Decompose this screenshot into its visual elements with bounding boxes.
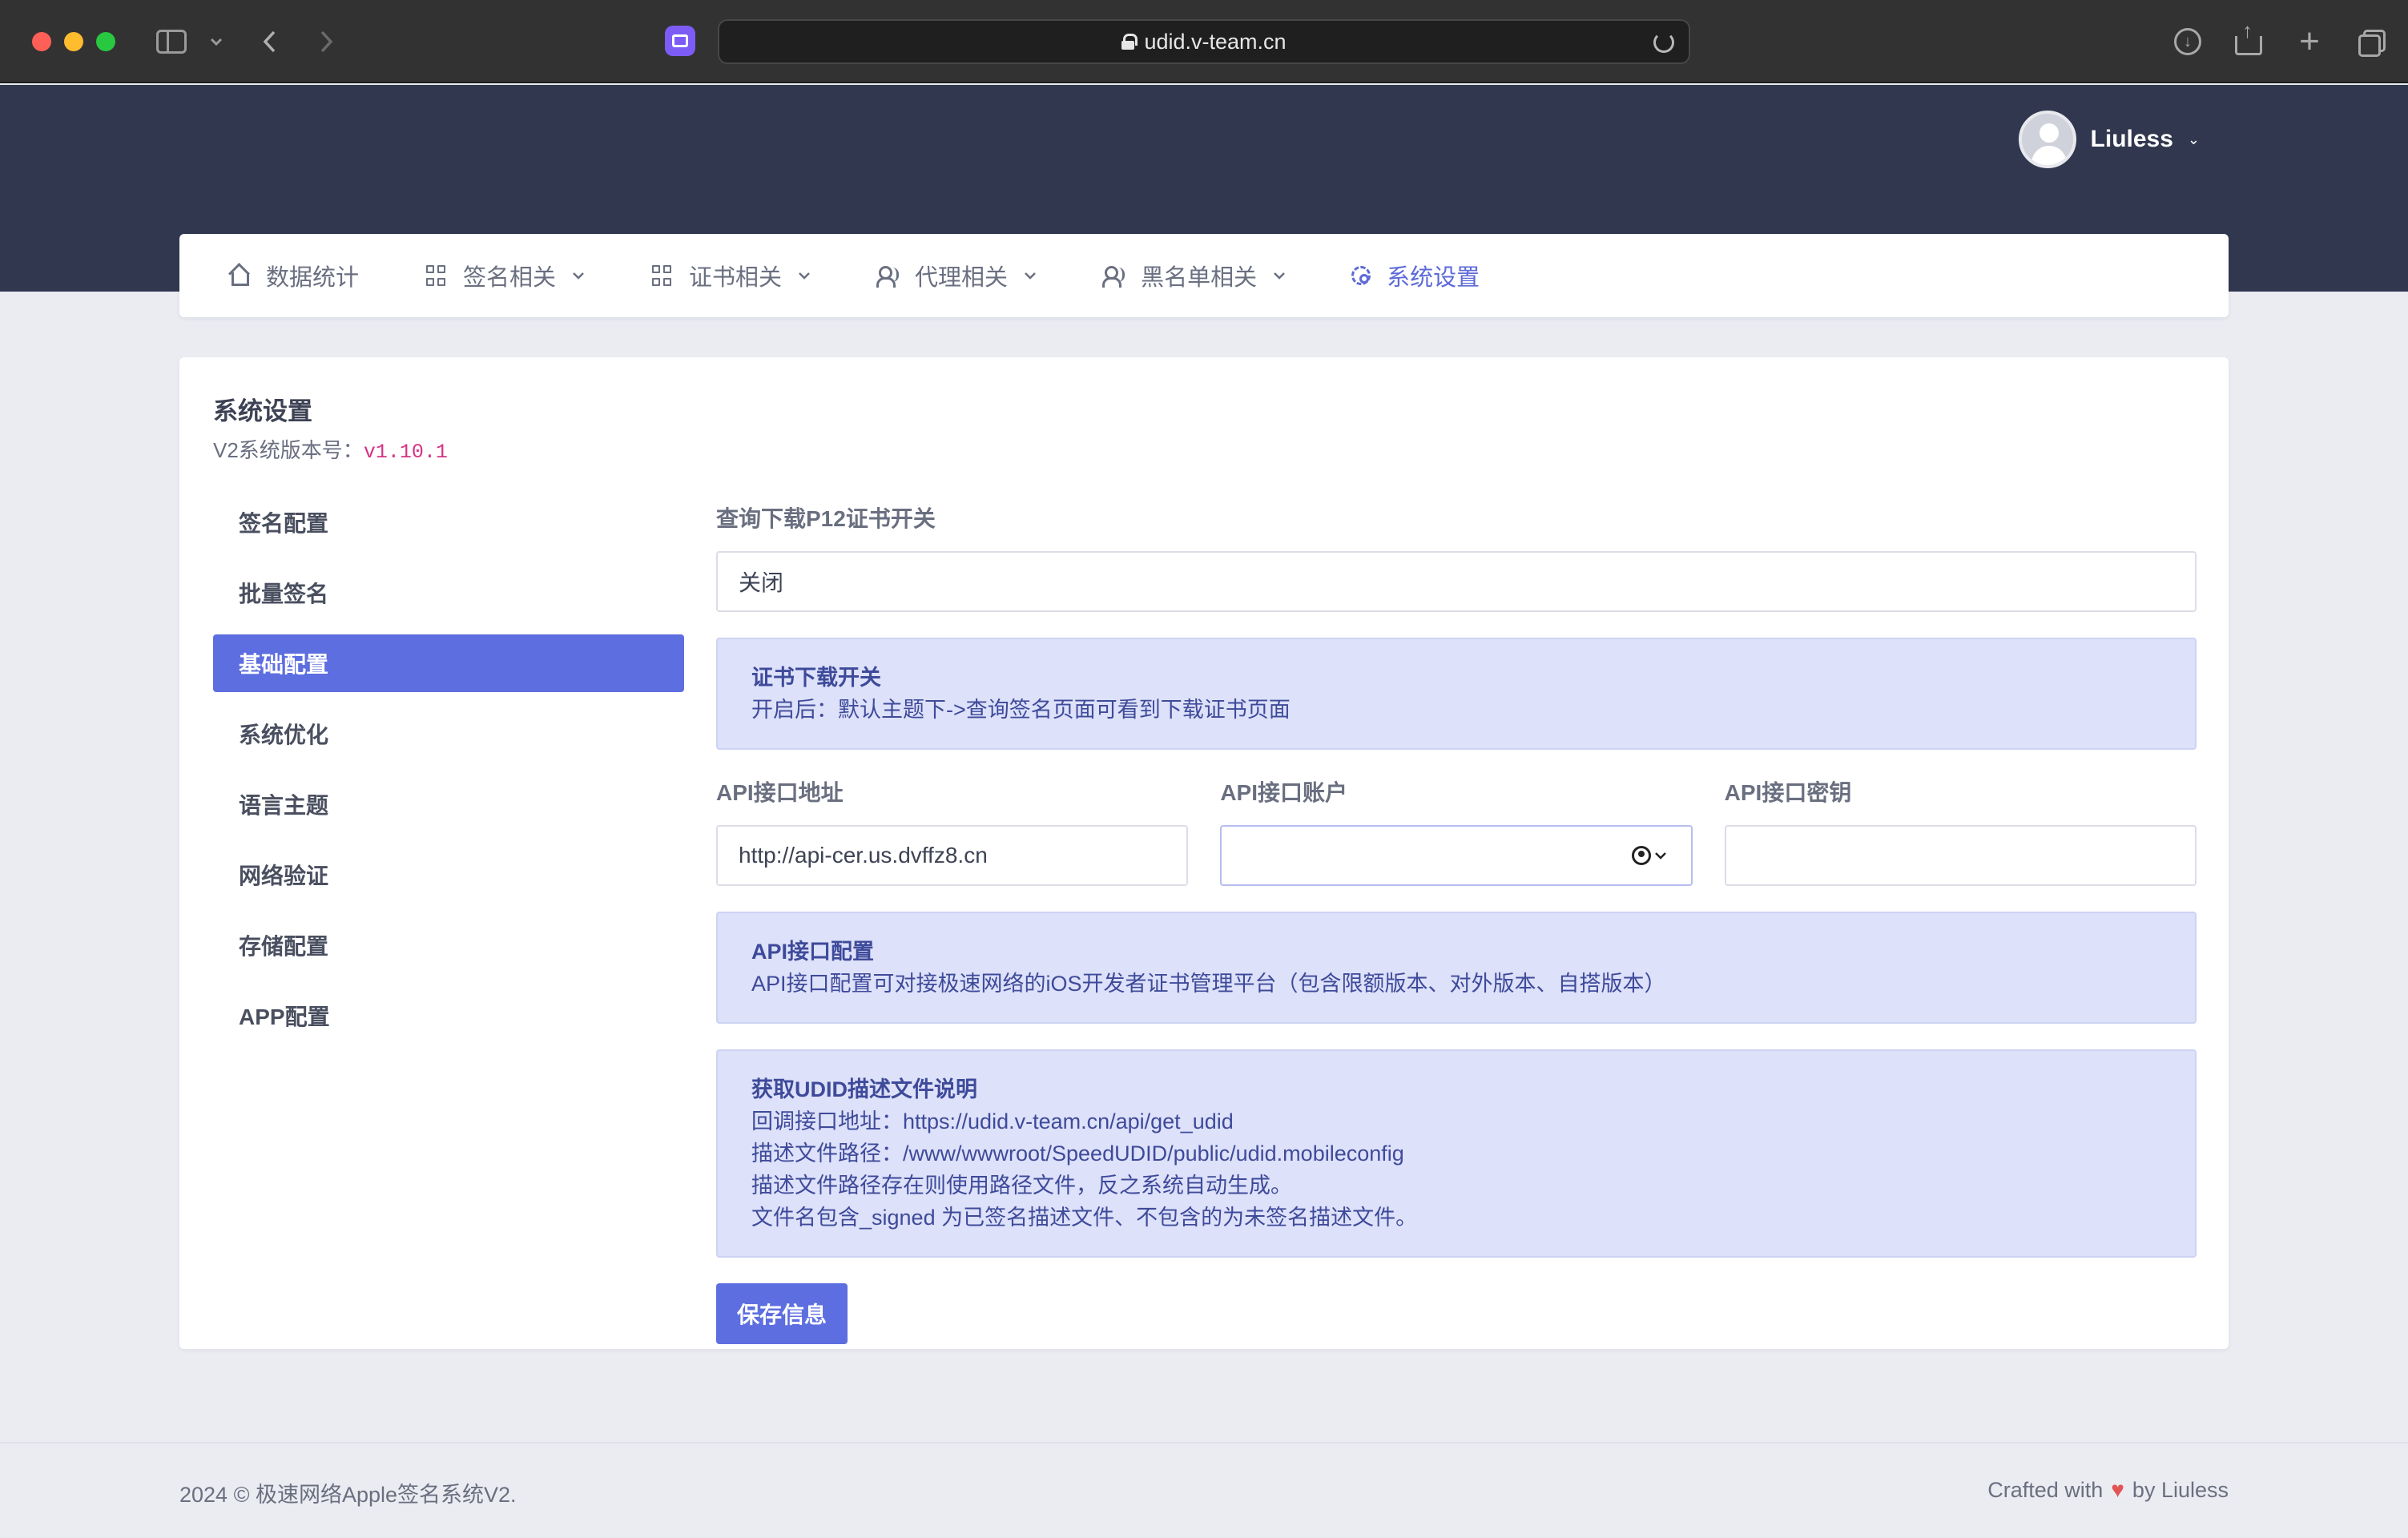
nav-item-label: 系统设置 bbox=[1387, 265, 1480, 291]
nav-item-blacklist[interactable]: 黑名单相关 bbox=[1102, 259, 1286, 292]
main-nav: 数据统计 签名相关 证书相关 代理相关 黑名单相关 系统设置 bbox=[179, 234, 2229, 317]
save-button[interactable]: 保存信息 bbox=[716, 1283, 848, 1344]
chevron-down-icon[interactable] bbox=[207, 24, 226, 59]
info-line: 文件名包含_signed 为已签名描述文件、不包含的为未签名描述文件。 bbox=[751, 1206, 1418, 1230]
nav-item-settings[interactable]: 系统设置 bbox=[1351, 259, 1480, 292]
nav-item-label: 签名相关 bbox=[463, 265, 557, 291]
chevron-down-icon bbox=[799, 272, 810, 280]
nav-item-label: 黑名单相关 bbox=[1141, 265, 1258, 291]
api-account-input[interactable] bbox=[1220, 825, 1693, 886]
heart-icon: ♥ bbox=[2111, 1477, 2124, 1502]
user-name[interactable]: Liuless bbox=[2091, 126, 2173, 153]
chevron-down-icon bbox=[573, 272, 584, 280]
lock-icon bbox=[1121, 34, 1138, 50]
side-item-basic-config[interactable]: 基础配置 bbox=[213, 634, 684, 692]
autofill-account-icon[interactable] bbox=[1631, 846, 1667, 865]
download-icon[interactable]: ↓ bbox=[2174, 28, 2201, 55]
sidebar-toggle-icon[interactable] bbox=[155, 24, 187, 59]
p12-switch-value: 关闭 bbox=[739, 570, 784, 595]
chevron-down-icon[interactable]: ⌄ bbox=[2188, 131, 2200, 148]
url-text: udid.v-team.cn bbox=[1144, 29, 1287, 54]
version-line: V2系统版本号：v1.10.1 bbox=[213, 434, 448, 464]
users-icon bbox=[876, 264, 900, 288]
footer-copyright: 2024 © 极速网络Apple签名系统V2. bbox=[179, 1483, 517, 1507]
nav-item-label: 证书相关 bbox=[689, 265, 783, 291]
info-title: 证书下载开关 bbox=[751, 666, 881, 690]
footer-credit-prefix: Crafted with bbox=[1987, 1477, 2104, 1502]
info-line: 回调接口地址：https://udid.v-team.cn/api/get_ud… bbox=[751, 1109, 1234, 1133]
forward-button[interactable] bbox=[314, 24, 338, 59]
p12-switch-label: 查询下载P12证书开关 bbox=[716, 506, 936, 531]
minimize-window-button[interactable] bbox=[64, 32, 83, 51]
side-item-app-config[interactable]: APP配置 bbox=[213, 987, 684, 1045]
page-title: 系统设置 bbox=[213, 397, 312, 425]
gear-icon bbox=[1351, 266, 1371, 285]
cert-download-info: 证书下载开关 开启后：默认主题下->查询签名页面可看到下载证书页面 bbox=[716, 638, 2197, 750]
chevron-down-icon bbox=[1025, 272, 1036, 280]
nav-item-agents[interactable]: 代理相关 bbox=[876, 259, 1037, 292]
api-key-label: API接口密钥 bbox=[1724, 780, 1852, 805]
grid-icon bbox=[425, 264, 447, 287]
nav-item-signing[interactable]: 签名相关 bbox=[425, 259, 585, 292]
extension-icon[interactable] bbox=[665, 26, 695, 56]
home-icon bbox=[228, 264, 250, 287]
api-url-value: http://api-cer.us.dvffz8.cn bbox=[739, 843, 988, 868]
footer: 2024 © 极速网络Apple签名系统V2. Crafted with ♥ b… bbox=[0, 1442, 2408, 1538]
side-item-language-theme[interactable]: 语言主题 bbox=[213, 775, 684, 833]
settings-card: 系统设置 V2系统版本号：v1.10.1 签名配置 批量签名 基础配置 系统优化… bbox=[179, 357, 2229, 1349]
info-line: 描述文件路径存在则使用路径文件，反之系统自动生成。 bbox=[751, 1174, 1292, 1198]
side-item-sign-config[interactable]: 签名配置 bbox=[213, 493, 684, 551]
side-item-network-verify[interactable]: 网络验证 bbox=[213, 846, 684, 904]
info-title: API接口配置 bbox=[751, 940, 875, 964]
reload-icon[interactable] bbox=[1653, 32, 1674, 53]
side-item-storage-config[interactable]: 存储配置 bbox=[213, 916, 684, 974]
avatar[interactable] bbox=[2018, 111, 2076, 168]
footer-credit: Crafted with ♥ by Liuless bbox=[1987, 1477, 2229, 1503]
zoom-window-button[interactable] bbox=[96, 32, 115, 51]
nav-item-label: 数据统计 bbox=[266, 265, 360, 291]
api-config-info: API接口配置 API接口配置可对接极速网络的iOS开发者证书管理平台（包含限额… bbox=[716, 912, 2197, 1024]
info-line: 描述文件路径：/www/wwwroot/SpeedUDID/public/udi… bbox=[751, 1141, 1404, 1166]
grid-icon bbox=[650, 264, 673, 287]
info-text: API接口配置可对接极速网络的iOS开发者证书管理平台（包含限额版本、对外版本、… bbox=[751, 972, 1666, 996]
footer-credit-suffix: by Liuless bbox=[2132, 1477, 2229, 1502]
address-bar[interactable]: udid.v-team.cn bbox=[718, 19, 1690, 64]
version-label: V2系统版本号： bbox=[213, 438, 364, 462]
basic-config-form: 查询下载P12证书开关 关闭 证书下载开关 开启后：默认主题下->查询签名页面可… bbox=[716, 501, 2197, 1344]
chevron-down-icon bbox=[1274, 272, 1285, 280]
tab-overview-icon[interactable] bbox=[2357, 28, 2386, 57]
settings-side-menu: 签名配置 批量签名 基础配置 系统优化 语言主题 网络验证 存储配置 APP配置 bbox=[213, 493, 684, 1057]
api-url-input[interactable]: http://api-cer.us.dvffz8.cn bbox=[716, 825, 1189, 886]
user-menu[interactable]: Liuless ⌄ bbox=[2018, 111, 2200, 168]
side-item-system-optimize[interactable]: 系统优化 bbox=[213, 705, 684, 763]
nav-item-dashboard[interactable]: 数据统计 bbox=[228, 259, 359, 292]
info-text: 开启后：默认主题下->查询签名页面可看到下载证书页面 bbox=[751, 698, 1291, 722]
close-window-button[interactable] bbox=[32, 32, 51, 51]
api-account-label: API接口账户 bbox=[1220, 780, 1348, 805]
back-button[interactable] bbox=[258, 24, 282, 59]
version-value: v1.10.1 bbox=[363, 441, 448, 464]
api-url-label: API接口地址 bbox=[716, 780, 844, 805]
info-title: 获取UDID描述文件说明 bbox=[751, 1077, 977, 1101]
udid-config-info: 获取UDID描述文件说明 回调接口地址：https://udid.v-team.… bbox=[716, 1049, 2197, 1258]
browser-toolbar: udid.v-team.cn ↓ + bbox=[0, 0, 2408, 83]
nav-item-certificates[interactable]: 证书相关 bbox=[650, 259, 811, 292]
new-tab-icon[interactable]: + bbox=[2296, 22, 2323, 61]
api-key-input[interactable] bbox=[1724, 825, 2197, 886]
users-icon bbox=[1102, 264, 1125, 288]
share-icon[interactable] bbox=[2235, 18, 2262, 55]
p12-switch-select[interactable]: 关闭 bbox=[716, 551, 2197, 612]
nav-item-label: 代理相关 bbox=[915, 265, 1009, 291]
side-item-batch-sign[interactable]: 批量签名 bbox=[213, 564, 684, 622]
